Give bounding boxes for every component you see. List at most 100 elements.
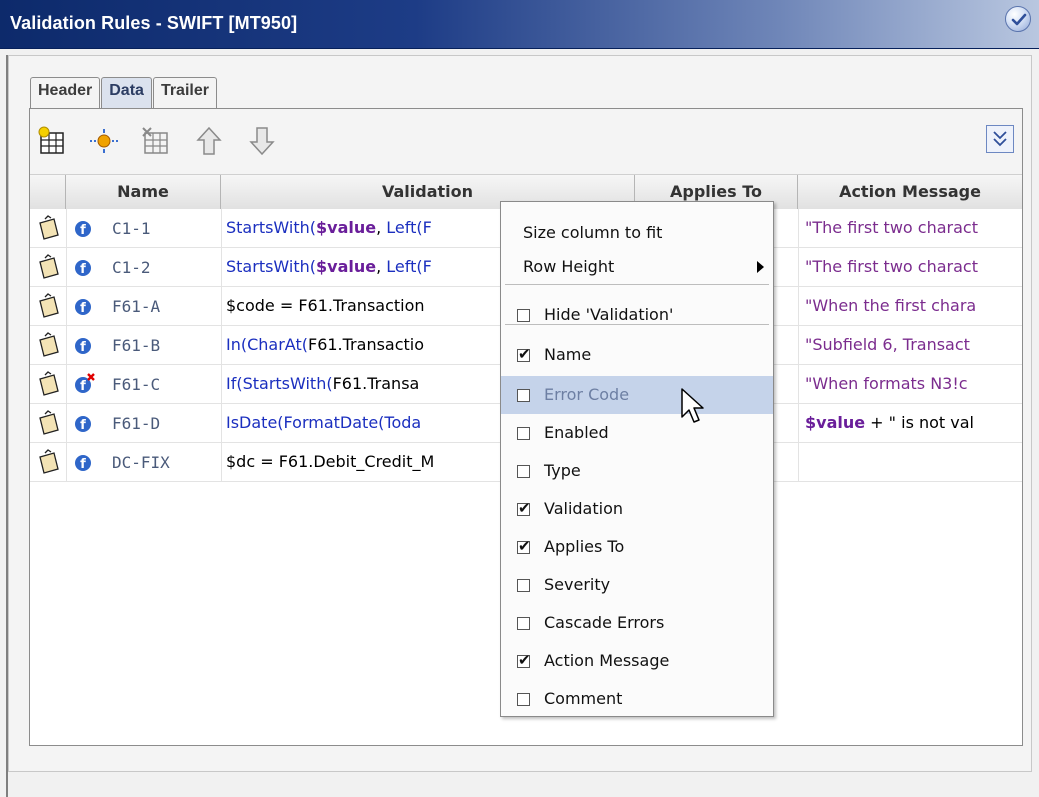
edit-rule-icon[interactable] [36,293,62,321]
validation-cell: $dc = F61.Debit_Credit_M [226,452,435,471]
row-icons: f [30,404,100,442]
move-up-button[interactable] [192,124,226,158]
column-header-name[interactable]: Name [66,175,221,209]
function-icon: f [75,338,91,355]
column-divider [221,326,222,364]
column-divider [798,209,799,247]
column-divider [798,326,799,364]
menu-item-type[interactable]: Type [501,452,773,490]
menu-item-label: Validation [544,499,624,518]
expand-chevrons-icon [993,131,1007,147]
window-title: Validation Rules - SWIFT [MT950] [10,13,298,33]
title-bar: Validation Rules - SWIFT [MT950] [0,0,1039,49]
menu-item-severity[interactable]: Severity [501,566,773,604]
menu-item-label: Name [544,345,592,364]
menu-item-error-code[interactable]: Error Code [501,376,773,414]
row-icons: f [30,365,100,403]
svg-text:f: f [80,301,86,316]
menu-item-hide-validation[interactable]: Hide 'Validation' [501,296,773,334]
menu-item-row-height[interactable]: Row Height [501,248,773,286]
run-button[interactable] [87,124,121,158]
menu-item-label: Applies To [544,537,625,556]
menu-checkbox[interactable] [517,693,530,706]
menu-item-size-column-to-fit[interactable]: Size column to fit [501,214,773,252]
menu-item-comment[interactable]: Comment [501,680,773,718]
column-divider [66,248,67,286]
menu-checkbox[interactable] [517,389,530,402]
move-down-button[interactable] [245,124,279,158]
function-icon: f [75,221,91,238]
svg-text:f: f [80,223,86,238]
delete-row-button[interactable] [139,124,173,158]
edit-rule-icon[interactable] [36,332,62,360]
column-divider [66,287,67,325]
column-header-action-message[interactable]: Action Message [798,175,1022,209]
action-message-cell: $value + " is not val [805,413,974,432]
menu-item-validation[interactable]: Validation [501,490,773,528]
action-message-cell: "When the first chara [805,296,977,315]
rule-name-cell: C1-2 [112,258,151,277]
submenu-arrow-icon [757,261,764,273]
run-icon [90,129,118,153]
menu-checkbox[interactable] [517,499,531,517]
validation-cell: StartsWith($value, Left(F [226,218,432,237]
tab-header[interactable]: Header [30,77,101,109]
menu-item-name[interactable]: Name [501,336,773,374]
row-icons: f [30,443,100,481]
menu-item-enabled[interactable]: Enabled [501,414,773,452]
menu-checkbox[interactable] [517,537,531,555]
expand-toolbar-button[interactable] [986,125,1014,153]
row-icons: f [30,326,100,364]
svg-text:f: f [80,418,86,433]
menu-checkbox[interactable] [517,309,530,322]
menu-item-label: Comment [544,689,623,708]
column-divider [221,287,222,325]
menu-checkbox[interactable] [517,617,530,630]
rule-name-cell: F61-D [112,414,161,433]
add-row-button[interactable] [36,124,70,158]
menu-checkbox[interactable] [517,427,530,440]
function-icon: f [75,299,91,316]
edit-rule-icon[interactable] [36,215,62,243]
edit-rule-icon[interactable] [36,254,62,282]
column-divider [221,365,222,403]
menu-checkbox[interactable] [517,465,530,478]
menu-item-cascade-errors[interactable]: Cascade Errors [501,604,773,642]
menu-item-label: Cascade Errors [544,613,665,632]
svg-text:f: f [80,340,86,355]
menu-item-action-message[interactable]: Action Message [501,642,773,680]
menu-item-label: Size column to fit [523,223,663,242]
validation-cell: IsDate(FormatDate(Toda [226,413,422,432]
column-divider [798,365,799,403]
validation-cell: In(CharAt(F61.Transactio [226,335,425,354]
section-tabs: Header Data Trailer [30,77,218,109]
check-circle-icon [1011,13,1027,26]
edit-rule-icon[interactable] [36,410,62,438]
menu-item-label: Row Height [523,257,615,276]
menu-checkbox[interactable] [517,651,531,669]
function-icon: f [75,260,91,277]
menu-item-label: Enabled [544,423,609,442]
edit-rule-icon[interactable] [36,449,62,477]
svg-text:f: f [80,457,86,472]
menu-item-applies-to[interactable]: Applies To [501,528,773,566]
menu-checkbox[interactable] [517,579,530,592]
action-message-cell: "The first two charact [805,257,978,276]
function-icon: f [75,416,91,433]
column-context-menu: Size column to fit Row Height Hide 'Valida… [500,201,774,717]
column-divider [66,443,67,481]
delete-row-icon [142,127,168,154]
column-divider [798,287,799,325]
menu-item-label: Action Message [544,651,670,670]
column-divider [798,248,799,286]
validation-cell: If(StartsWith(F61.Transa [226,374,420,393]
tab-trailer[interactable]: Trailer [152,77,217,109]
validation-cell: $code = F61.Transaction [226,296,425,315]
menu-checkbox[interactable] [517,345,531,363]
action-message-cell: "Subfield 6, Transact [805,335,970,354]
rule-name-cell: DC-FIX [112,453,170,472]
tab-data[interactable]: Data [101,77,152,109]
title-bar-button[interactable] [1005,6,1031,32]
edit-rule-icon[interactable] [36,371,62,399]
column-divider [221,443,222,481]
